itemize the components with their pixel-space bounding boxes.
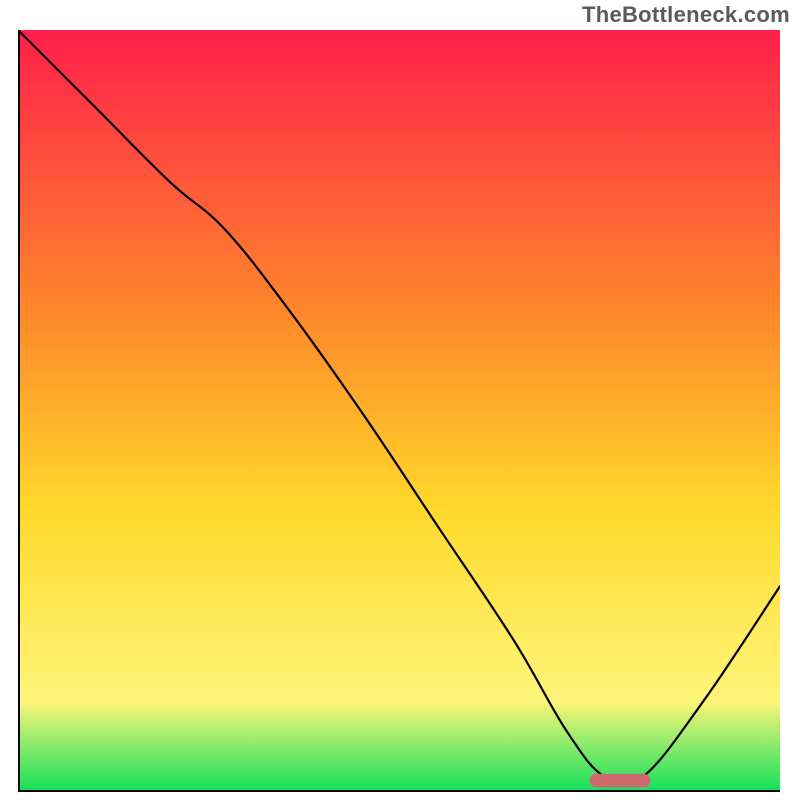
chart-frame: TheBottleneck.com — [0, 0, 800, 800]
axes-border — [18, 30, 780, 792]
watermark-text: TheBottleneck.com — [582, 2, 790, 28]
